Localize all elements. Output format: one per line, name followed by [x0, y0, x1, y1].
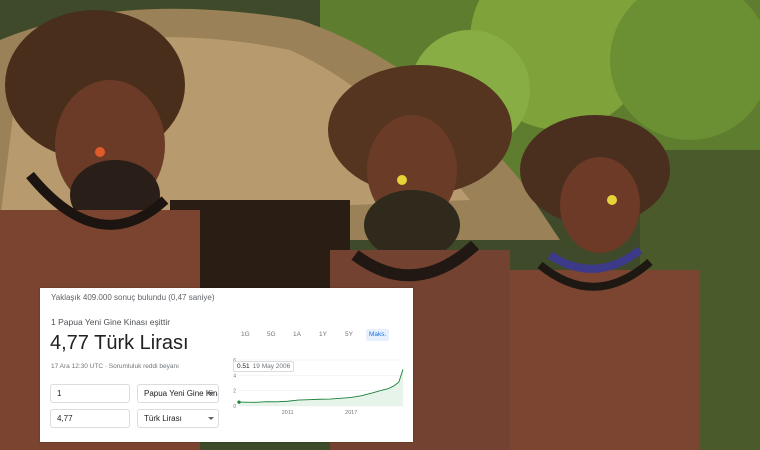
- y-tick-label: 2: [233, 389, 236, 395]
- tooltip-value: 0.51: [237, 363, 250, 370]
- chevron-down-icon: [208, 392, 214, 395]
- series-area: [239, 369, 403, 406]
- tab-5y[interactable]: 5Y: [342, 329, 356, 341]
- range-tabs: 1G 5G 1A 1Y 5Y Maks.: [236, 329, 396, 343]
- currency-select-from[interactable]: Papua Yeni Gine Kinası: [137, 384, 219, 403]
- currency-select-to[interactable]: Türk Lirası: [137, 409, 219, 428]
- tooltip-date: 19 May 2006: [252, 363, 291, 370]
- data-point: [237, 400, 241, 404]
- amount-input-from[interactable]: 1: [50, 384, 130, 403]
- tab-1a[interactable]: 1A: [290, 329, 304, 341]
- x-tick-label: 2011: [282, 410, 294, 416]
- tab-5g[interactable]: 5G: [264, 329, 279, 341]
- tab-1y[interactable]: 1Y: [316, 329, 330, 341]
- conversion-equals-line: 1 Papua Yeni Gine Kinası eşittir: [51, 317, 171, 327]
- tab-max[interactable]: Maks.: [366, 329, 390, 341]
- x-tick-label: 2017: [345, 410, 357, 416]
- amount-input-to[interactable]: 4,77: [50, 409, 130, 428]
- y-tick-label: 0: [233, 404, 236, 410]
- chevron-down-icon: [208, 417, 214, 420]
- currency-select-to-label: Türk Lirası: [144, 414, 182, 423]
- conversion-result: 4,77 Türk Lirası: [50, 332, 189, 354]
- result-stats: Yaklaşık 409.000 sonuç bulundu (0,47 san…: [51, 293, 215, 302]
- tab-1g[interactable]: 1G: [238, 329, 253, 341]
- currency-converter-card: Yaklaşık 409.000 sonuç bulundu (0,47 san…: [40, 288, 413, 442]
- update-disclaimer[interactable]: 17 Ara 12:30 UTC · Sorumluluk reddi beya…: [51, 363, 179, 370]
- chart-tooltip: 0.51 19 May 2006: [233, 361, 295, 372]
- y-tick-label: 4: [233, 373, 236, 379]
